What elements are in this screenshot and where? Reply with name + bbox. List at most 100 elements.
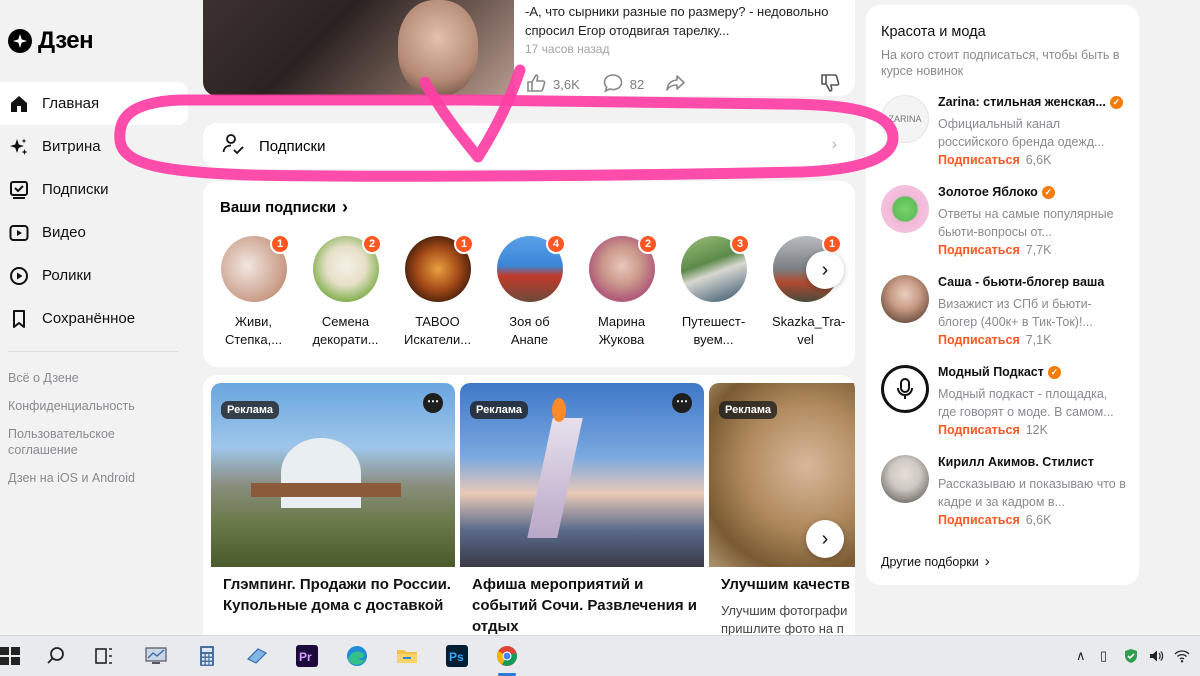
channel-name: Кирилл Акимов. Стилист [938,455,1094,469]
ad-title: Афиша мероприятий и событий Сочи. Развле… [472,576,698,635]
your-subscriptions-title-text: Ваши подписки [220,199,336,216]
wifi-icon[interactable] [1174,648,1190,667]
dislike-icon[interactable] [819,72,841,96]
more-collections-link[interactable]: Другие подборки › [881,553,990,570]
channel-item[interactable]: 1 Живи, Степка,... [220,234,290,349]
monitor-app-icon[interactable] [142,642,170,670]
recommended-channel[interactable]: Кирилл Акимов. Стилист Рассказываю и пок… [881,455,1131,535]
more-options-icon[interactable]: ⋯ [672,393,692,413]
verified-icon: ✓ [1041,185,1055,199]
channel-item[interactable]: 3 Путешест-вуем... [680,234,750,349]
recommended-channel[interactable]: Саша - бьюти-блогер ваша Визажист из СПб… [881,275,1131,355]
shorts-icon [8,265,30,287]
recommended-channel[interactable]: ZARINA Zarina: стильная женская... ✓ Офиц… [881,95,1131,175]
unread-badge: 1 [454,234,474,254]
subscriptions-bar[interactable]: Подписки › [203,123,855,169]
channel-item[interactable]: 2 Семена декорати... [312,234,382,349]
unread-badge: 4 [546,234,566,254]
channel-description: Модный подкаст - площадка, где говорят о… [938,387,1114,419]
link-terms[interactable]: Пользовательское соглашение [8,426,178,458]
chevron-right-icon: › [984,553,990,570]
ad-label: Реклама [470,401,529,419]
channel-name: TABOO Искатели... [404,314,472,347]
ad-card[interactable]: Реклама ⋯ Глэмпинг. Продажи по России. К… [211,383,455,676]
sidebar-nav: Главная Витрина Подписки Видео Ролики Со… [0,82,188,340]
video-icon [8,222,30,244]
comment-icon[interactable] [602,72,624,96]
usb-icon[interactable]: ▯ [1100,648,1107,664]
ad-card[interactable]: Реклама ⋯ Афиша мероприятий и событий Со… [460,383,704,676]
channel-item[interactable]: 1 TABOO Искатели... [404,234,474,349]
channel-name-row: Саша - бьюти-блогер ваша [938,275,1128,289]
premiere-icon[interactable]: Pr [293,642,321,670]
channel-item[interactable]: 2 Марина Жукова [588,234,658,349]
sidebar-item-label: Витрина [42,138,101,155]
unread-badge: 2 [362,234,382,254]
sidebar-item-label: Подписки [42,181,109,198]
calculator-icon[interactable] [193,642,221,670]
sidebar-item-label: Главная [42,95,100,112]
channel-name-row: Кирилл Акимов. Стилист [938,455,1128,469]
sidebar-item-video[interactable]: Видео [0,211,188,254]
ad-label: Реклама [221,401,280,419]
volume-icon[interactable] [1148,648,1164,667]
channel-avatar: ZARINA [881,95,929,143]
your-subscriptions-title[interactable]: Ваши подписки › [220,197,348,218]
subscriber-count: 6,6K [1025,513,1052,527]
sidebar-item-home[interactable]: Главная [0,82,188,125]
search-icon[interactable] [42,642,70,670]
user-check-icon [221,132,245,161]
task-view-icon[interactable] [90,642,118,670]
channel-name: Живи, Степка,... [224,314,283,347]
subscribe-button[interactable]: Подписаться [938,513,1020,527]
ad-description: Улучшим фотографи пришлите фото на п [721,603,848,636]
sidebar-item-showcase[interactable]: Витрина [0,125,188,168]
ads-carousel: Реклама ⋯ Глэмпинг. Продажи по России. К… [203,375,855,676]
chevron-up-icon[interactable]: ∧ [1076,648,1086,664]
windows-taskbar: Pr Ps ∧ ▯ [0,635,1200,676]
sidebar-item-saved[interactable]: Сохранённое [0,297,188,340]
defender-shield-icon[interactable] [1123,648,1139,667]
photoshop-icon[interactable]: Ps [443,642,471,670]
channel-name: Skazka_Tra-vel [772,314,846,347]
comment-count: 82 [629,77,645,92]
channel-name: Zarina: стильная женская... [938,95,1106,109]
windows-start-icon[interactable] [0,642,24,670]
post-card[interactable]: -А, что сырники разные по размеру? - нед… [203,0,855,96]
link-about[interactable]: Всё о Дзене [8,370,178,386]
channels-next-button[interactable]: › [806,251,844,289]
sidebar-item-subscriptions[interactable]: Подписки [0,168,188,211]
subscribe-button[interactable]: Подписаться [938,333,1020,347]
link-privacy[interactable]: Конфиденциальность [8,398,178,414]
recommended-channel[interactable]: Модный Подкаст ✓ Модный подкаст - площадк… [881,365,1131,445]
subscriber-count: 7,7K [1025,243,1052,257]
channel-item[interactable]: 4 Зоя об Анапе [496,234,566,349]
subscribe-button[interactable]: Подписаться [938,243,1020,257]
ad-label: Реклама [719,401,778,419]
chrome-browser-icon[interactable] [493,642,521,676]
channel-description: Ответы на самые популярные бьюти-вопросы… [938,207,1114,239]
sidebar-item-shorts[interactable]: Ролики [0,254,188,297]
link-apps[interactable]: Дзен на iOS и Android [8,470,178,486]
post-snippet: -А, что сырники разные по размеру? - нед… [525,4,829,38]
zen-logo-icon [8,29,32,53]
post-actions: 3,6K 82 [525,72,686,96]
unread-badge: 3 [730,234,750,254]
file-explorer-icon[interactable] [393,642,421,670]
like-icon[interactable] [525,72,547,96]
channel-name: Путешест-вуем... [681,314,746,347]
ad-title: Глэмпинг. Продажи по России. Купольные д… [223,576,451,614]
more-options-icon[interactable]: ⋯ [423,393,443,413]
like-count: 3,6K [553,77,580,92]
share-icon[interactable] [664,72,686,96]
footer-links: Всё о Дзене Конфиденциальность Пользоват… [8,370,178,498]
recommended-channel[interactable]: Золотое Яблоко ✓ Ответы на самые популярн… [881,185,1131,265]
subscribe-button[interactable]: Подписаться [938,153,1020,167]
edge-browser-icon[interactable] [343,642,371,670]
subscribe-button[interactable]: Подписаться [938,423,1020,437]
channel-avatar [881,275,929,323]
zen-logo[interactable]: Дзен [8,27,94,55]
ads-next-button[interactable]: › [806,520,844,558]
subscriptions-icon [8,179,30,201]
eraser-app-icon[interactable] [243,642,271,670]
